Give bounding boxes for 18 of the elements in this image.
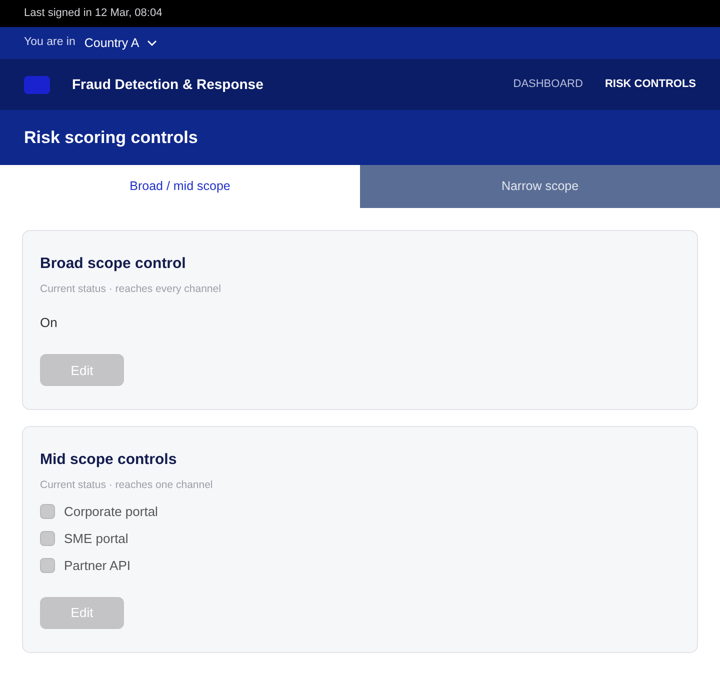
checkbox-label: Corporate portal [64, 502, 158, 521]
card-title: Mid scope controls [40, 451, 178, 470]
nav-link[interactable]: RISK CONTROLS [604, 76, 696, 93]
card-title: Broad scope control [40, 255, 187, 273]
tab[interactable]: Narrow scope [360, 165, 720, 208]
nav-link[interactable]: DASHBOARD [513, 76, 583, 93]
checkbox-label: SME portal [64, 530, 128, 548]
chevron-down-icon [147, 40, 158, 46]
checkbox-label: Partner API [64, 556, 130, 575]
last-signed-text: Last signed in 12 Mar, 08:04 [24, 6, 162, 22]
logo-icon [24, 76, 50, 94]
card-subtitle: Current status · reaches one channel [40, 478, 214, 494]
status-value: On [40, 314, 58, 330]
page-title: Risk scoring controls [24, 126, 198, 149]
card-subtitle: Current status · reaches every channel [40, 282, 222, 297]
app-title: Fraud Detection & Response [72, 75, 264, 94]
location-label: You are in [24, 35, 76, 50]
location-dropdown[interactable]: Country A [84, 34, 158, 52]
